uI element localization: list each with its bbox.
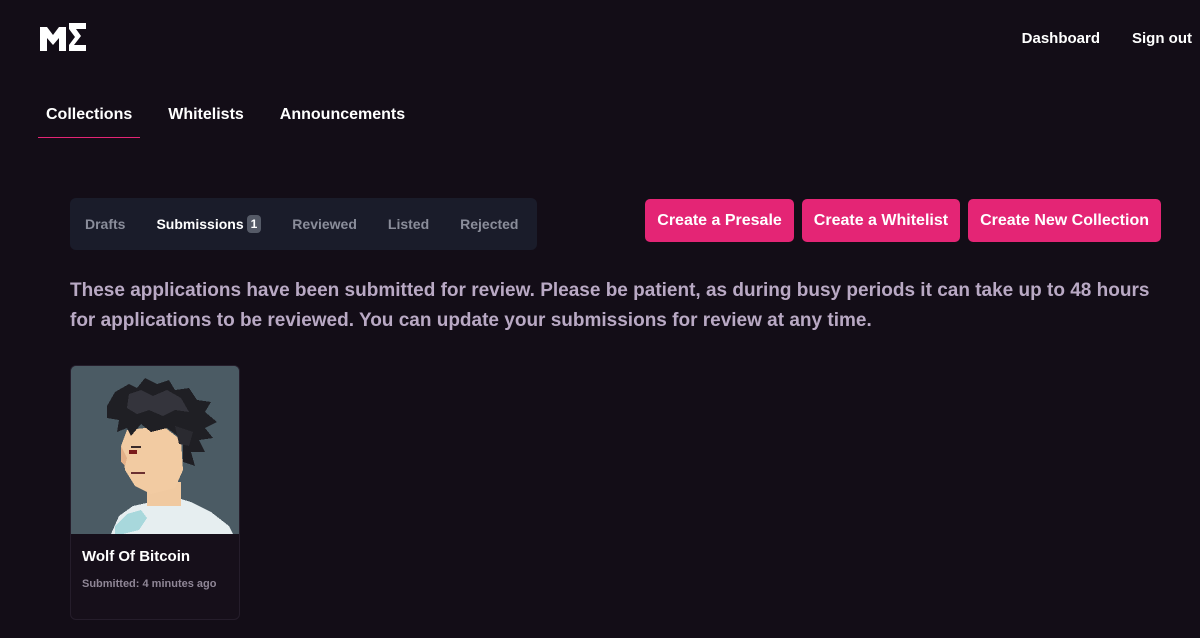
subtab-label: Drafts: [85, 216, 126, 232]
page: Dashboard Sign out Collections Whitelist…: [0, 0, 1200, 638]
sign-out-link[interactable]: Sign out: [1132, 30, 1192, 47]
subtab-listed[interactable]: Listed: [388, 216, 429, 232]
action-buttons: Create a Presale Create a Whitelist Crea…: [645, 199, 1161, 242]
magic-eden-logo-icon[interactable]: [38, 21, 88, 53]
dashboard-link[interactable]: Dashboard: [1022, 30, 1100, 47]
subtab-label: Listed: [387, 216, 430, 232]
submitted-time: Submitted: 4 minutes ago: [82, 578, 217, 590]
subtab-submissions[interactable]: Submissions 1: [156, 215, 262, 233]
create-whitelist-button[interactable]: Create a Whitelist: [801, 199, 961, 242]
collection-card[interactable]: Wolf Of Bitcoin Submitted: 4 minutes ago: [70, 365, 240, 620]
count-badge: 1: [246, 215, 262, 233]
subtab-label: Rejected: [460, 216, 519, 232]
main-tabs: Collections Whitelists Announcements: [38, 104, 433, 138]
subtab-reviewed[interactable]: Reviewed: [292, 216, 357, 232]
subtab-label: Reviewed: [292, 216, 357, 232]
subtab-label: Submissions: [156, 216, 244, 232]
top-nav: Dashboard Sign out: [1022, 30, 1192, 47]
submissions-description: These applications have been submitted f…: [70, 280, 1150, 331]
tab-whitelists[interactable]: Whitelists: [160, 104, 252, 138]
collection-thumbnail: [71, 366, 239, 534]
tab-announcements[interactable]: Announcements: [272, 104, 413, 138]
tab-collections[interactable]: Collections: [38, 104, 141, 138]
status-tabs: Drafts Submissions 1 Reviewed Listed Rej…: [70, 198, 537, 250]
subtab-rejected[interactable]: Rejected: [460, 216, 518, 232]
collection-name: Wolf Of Bitcoin: [82, 548, 191, 565]
subtab-drafts[interactable]: Drafts: [85, 216, 125, 232]
create-presale-button[interactable]: Create a Presale: [645, 199, 794, 242]
create-collection-button[interactable]: Create New Collection: [968, 199, 1161, 242]
